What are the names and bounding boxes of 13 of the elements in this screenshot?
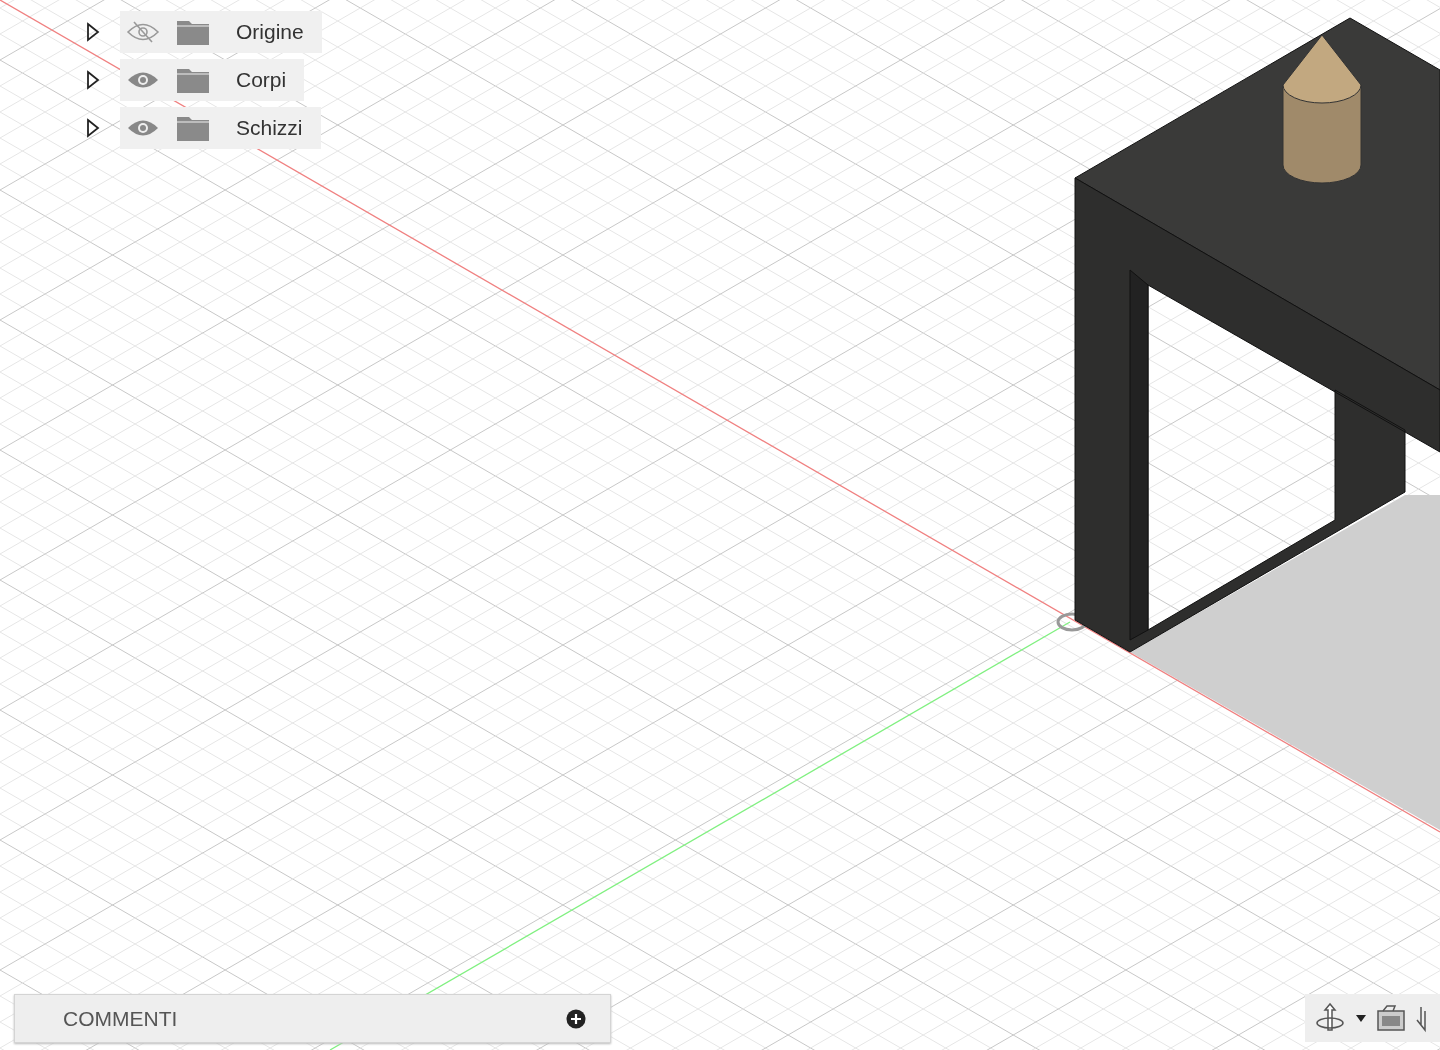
- item-label: Corpi: [236, 67, 287, 94]
- comments-title: COMMENTI: [63, 1005, 178, 1032]
- browser-item[interactable]: Origine: [120, 11, 322, 53]
- camera-icon[interactable]: [1375, 1003, 1407, 1033]
- browser-item[interactable]: Corpi: [120, 59, 305, 101]
- caret-icon[interactable]: [1355, 1013, 1367, 1023]
- folder-icon: [176, 18, 210, 46]
- browser-item[interactable]: Schizzi: [120, 107, 321, 149]
- folder-icon: [176, 66, 210, 94]
- item-label: Origine: [236, 19, 304, 46]
- add-icon[interactable]: [566, 1008, 586, 1029]
- item-label: Schizzi: [236, 115, 303, 142]
- folder-icon: [176, 114, 210, 142]
